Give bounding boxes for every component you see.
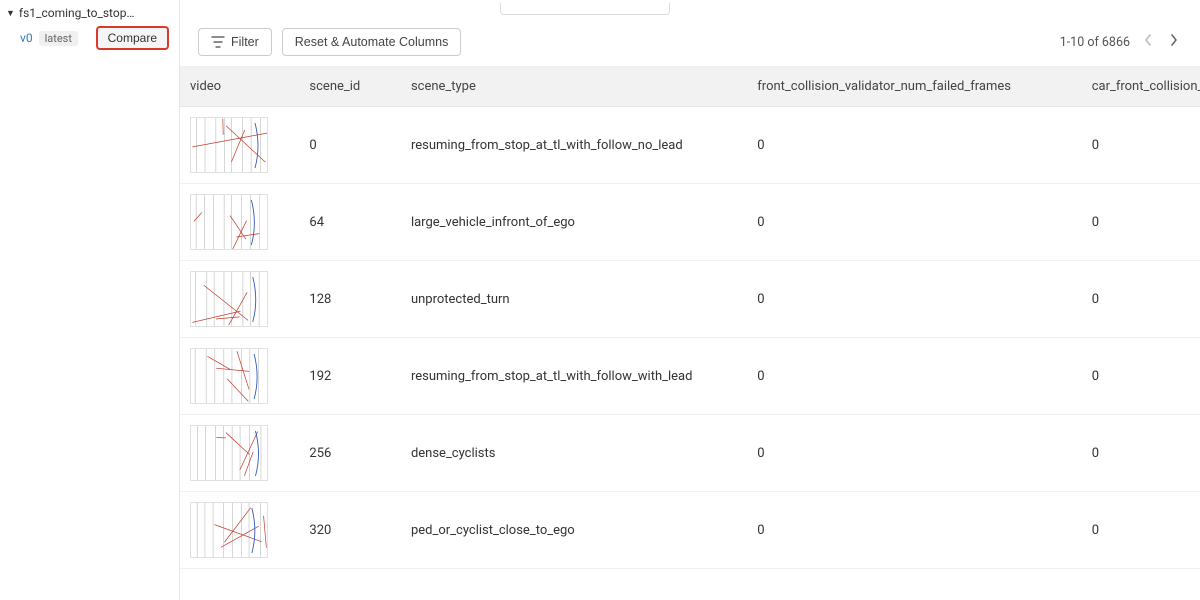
video-thumbnail[interactable] [190,117,268,173]
cell-video [180,184,299,261]
table-row[interactable]: 320 ped_or_cyclist_close_to_ego 0 0 [180,492,1200,569]
video-thumbnail[interactable] [190,194,268,250]
cell-scene-type: ped_or_cyclist_close_to_ego [401,492,747,569]
col-header-scene-id[interactable]: scene_id [299,67,401,107]
table-wrapper[interactable]: video scene_id scene_type front_collisio… [180,66,1200,600]
cell-video [180,415,299,492]
cell-video [180,338,299,415]
cell-front-collision: 0 [747,184,1081,261]
tree-node[interactable]: ▼ fs1_coming_to_stop… [0,4,179,22]
sidebar: ▼ fs1_coming_to_stop… v0 latest Compare [0,0,180,600]
cell-front-collision: 0 [747,107,1081,184]
cell-car-front-collision: 0 [1082,338,1200,415]
page-next-button[interactable] [1166,32,1182,52]
cell-scene-id: 64 [299,184,401,261]
table-row[interactable]: 256 dense_cyclists 0 0 [180,415,1200,492]
main: Filter Reset & Automate Columns 1-10 of … [180,0,1200,600]
caret-down-icon: ▼ [6,8,15,19]
cell-car-front-collision: 0 [1082,107,1200,184]
cell-scene-id: 0 [299,107,401,184]
cell-scene-type: unprotected_turn [401,261,747,338]
top-search-stub[interactable] [500,3,670,15]
filter-button[interactable]: Filter [198,28,272,56]
filter-icon [211,36,225,48]
cell-car-front-collision: 0 [1082,415,1200,492]
table-row[interactable]: 128 unprotected_turn 0 0 [180,261,1200,338]
pagination: 1-10 of 6866 [1060,32,1182,52]
filter-label: Filter [231,35,259,49]
latest-badge: latest [39,31,78,46]
video-thumbnail[interactable] [190,271,268,327]
cell-front-collision: 0 [747,492,1081,569]
page-prev-button[interactable] [1140,32,1156,52]
cell-front-collision: 0 [747,415,1081,492]
col-header-video[interactable]: video [180,67,299,107]
cell-scene-type: dense_cyclists [401,415,747,492]
cell-scene-id: 192 [299,338,401,415]
cell-car-front-collision: 0 [1082,261,1200,338]
cell-scene-type: large_vehicle_infront_of_ego [401,184,747,261]
col-header-scene-type[interactable]: scene_type [401,67,747,107]
data-table: video scene_id scene_type front_collisio… [180,67,1200,569]
video-thumbnail[interactable] [190,348,268,404]
cell-front-collision: 0 [747,338,1081,415]
cell-scene-type: resuming_from_stop_at_tl_with_follow_wit… [401,338,747,415]
table-header-row: video scene_id scene_type front_collisio… [180,67,1200,107]
compare-button[interactable]: Compare [96,26,169,50]
cell-car-front-collision: 0 [1082,492,1200,569]
table-row[interactable]: 192 resuming_from_stop_at_tl_with_follow… [180,338,1200,415]
cell-scene-id: 256 [299,415,401,492]
video-thumbnail[interactable] [190,502,268,558]
table-row[interactable]: 64 large_vehicle_infront_of_ego 0 0 [180,184,1200,261]
table-row[interactable]: 0 resuming_from_stop_at_tl_with_follow_n… [180,107,1200,184]
pagination-text: 1-10 of 6866 [1060,35,1130,50]
reset-columns-button[interactable]: Reset & Automate Columns [282,28,462,56]
cell-video [180,107,299,184]
cell-scene-id: 320 [299,492,401,569]
col-header-front-collision[interactable]: front_collision_validator_num_failed_fra… [747,67,1081,107]
version-tag[interactable]: v0 [20,31,33,45]
cell-video [180,492,299,569]
col-header-car-front-collision[interactable]: car_front_collision_validator_num_failed… [1082,67,1200,107]
video-thumbnail[interactable] [190,425,268,481]
version-row: v0 latest Compare [0,22,179,54]
cell-scene-type: resuming_from_stop_at_tl_with_follow_no_… [401,107,747,184]
cell-front-collision: 0 [747,261,1081,338]
cell-video [180,261,299,338]
cell-car-front-collision: 0 [1082,184,1200,261]
toolbar: Filter Reset & Automate Columns 1-10 of … [180,18,1200,66]
cell-scene-id: 128 [299,261,401,338]
top-bar [180,0,1200,18]
node-name: fs1_coming_to_stop… [19,6,135,20]
